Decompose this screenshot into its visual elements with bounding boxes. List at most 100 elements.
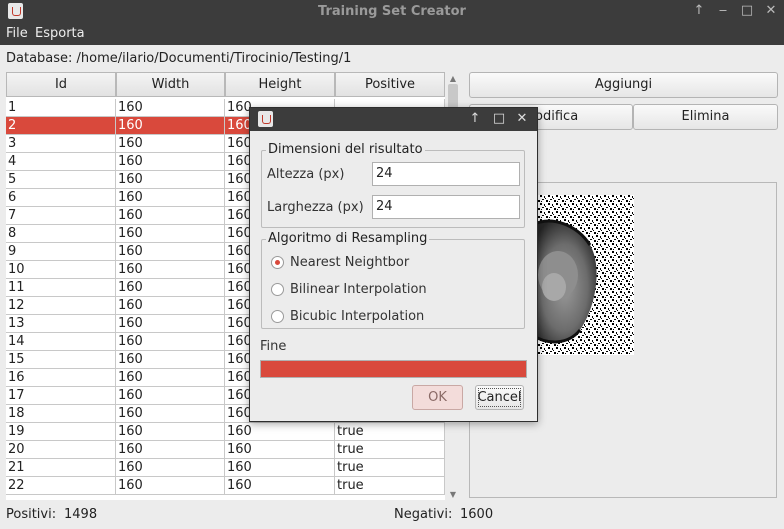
table-cell: 160 [116,315,225,333]
table-cell: 8 [6,225,116,243]
dialog-close-icon[interactable]: ✕ [513,110,531,128]
table-cell: 160 [116,135,225,153]
table-cell: 17 [6,387,116,405]
bilinear-label[interactable]: Bilinear Interpolation [290,282,427,297]
pin-icon[interactable]: ↑ [690,2,708,20]
minimize-icon[interactable]: ‒ [714,2,732,20]
table-cell: 160 [116,405,225,423]
table-cell: 160 [116,171,225,189]
table-header: Id Width Height Positive [6,72,445,98]
table-cell: 21 [6,459,116,477]
table-cell: 4 [6,153,116,171]
table-cell: true [335,441,445,459]
column-header-width[interactable]: Width [116,72,225,97]
dialog-app-icon [258,111,273,127]
table-row[interactable]: 22 160 160 true [6,477,445,495]
table-cell: 10 [6,261,116,279]
table-cell: 14 [6,333,116,351]
scroll-up-icon[interactable]: ▲ [448,74,458,84]
close-icon[interactable]: ✕ [762,2,780,20]
table-cell: 7 [6,207,116,225]
negativi-label: Negativi: [394,507,453,522]
table-row[interactable]: 21 160 160 true [6,459,445,477]
table-cell: 15 [6,351,116,369]
table-cell: 5 [6,171,116,189]
main-window: Training Set Creator ↑ ‒ □ ✕ File Esport… [0,0,784,529]
width-field[interactable]: 24 [372,195,520,219]
table-cell: 160 [116,243,225,261]
table-cell: 160 [116,459,225,477]
table-cell: 1 [6,99,116,117]
table-cell: 11 [6,279,116,297]
bicubic-radio[interactable] [271,310,284,323]
resampling-group: Algoritmo di Resampling Nearest Neightbo… [261,231,525,329]
title-bar: Training Set Creator ↑ ‒ □ ✕ [0,0,784,23]
table-cell: true [335,459,445,477]
progress-bar [260,360,527,378]
table-cell: 160 [116,99,225,117]
table-cell: 160 [116,279,225,297]
cancel-button[interactable]: Cancel [475,385,524,410]
table-cell: 160 [116,153,225,171]
status-bar: Positivi: 1498 Negativi: 1600 [0,505,784,527]
size-group-title: Dimensioni del risultato [266,142,425,157]
elimina-button[interactable]: Elimina [633,104,778,130]
table-cell: 160 [116,369,225,387]
nearest-neighbor-label[interactable]: Nearest Neightbor [290,255,409,270]
table-cell: 20 [6,441,116,459]
window-title: Training Set Creator [318,4,466,19]
progress-status-label: Fine [260,339,287,354]
resampling-group-title: Algoritmo di Resampling [266,231,430,246]
positivi-label: Positivi: [6,507,57,522]
table-cell: 160 [116,117,225,135]
column-header-id[interactable]: Id [6,72,116,97]
ok-button[interactable]: OK [412,385,463,410]
table-cell: 160 [116,351,225,369]
bilinear-radio[interactable] [271,283,284,296]
dialog-pin-icon[interactable]: ↑ [466,110,484,128]
table-cell: 160 [116,189,225,207]
menu-file[interactable]: File [6,26,28,41]
width-label: Larghezza (px) [267,200,364,215]
table-cell: 160 [225,441,335,459]
positivi-count: 1498 [64,507,98,522]
bicubic-label[interactable]: Bicubic Interpolation [290,309,424,324]
table-cell: 12 [6,297,116,315]
scroll-down-icon[interactable]: ▼ [448,490,458,500]
table-cell: 160 [116,207,225,225]
table-cell: 160 [225,459,335,477]
table-cell: 9 [6,243,116,261]
menu-esporta[interactable]: Esporta [35,26,85,41]
table-cell: 3 [6,135,116,153]
table-cell: 160 [116,297,225,315]
table-cell: 16 [6,369,116,387]
table-row[interactable]: 20 160 160 true [6,441,445,459]
nearest-neighbor-radio[interactable] [271,256,284,269]
menu-bar: File Esporta [0,23,784,45]
aggiungi-button[interactable]: Aggiungi [469,72,778,98]
table-cell: true [335,477,445,495]
table-cell: true [335,423,445,441]
table-cell: 160 [225,477,335,495]
dialog-maximize-icon[interactable]: □ [490,110,508,128]
resize-dialog: ↑ □ ✕ Dimensioni del risultato Altezza (… [249,107,538,422]
table-cell: 22 [6,477,116,495]
table-cell: 160 [225,423,335,441]
table-cell: 19 [6,423,116,441]
table-cell: 160 [116,387,225,405]
table-cell: 6 [6,189,116,207]
height-field[interactable]: 24 [372,162,520,186]
preview-image [532,195,634,355]
table-cell: 160 [116,261,225,279]
column-header-positive[interactable]: Positive [335,72,445,97]
table-cell: 160 [116,333,225,351]
table-row[interactable]: 19 160 160 true [6,423,445,441]
scroll-thumb[interactable] [448,84,458,108]
maximize-icon[interactable]: □ [738,2,756,20]
table-cell: 18 [6,405,116,423]
column-header-height[interactable]: Height [225,72,335,97]
table-cell: 160 [116,477,225,495]
dialog-title-bar: ↑ □ ✕ [250,108,537,131]
size-group: Dimensioni del risultato Altezza (px) 24… [261,142,525,228]
table-cell: 160 [116,423,225,441]
